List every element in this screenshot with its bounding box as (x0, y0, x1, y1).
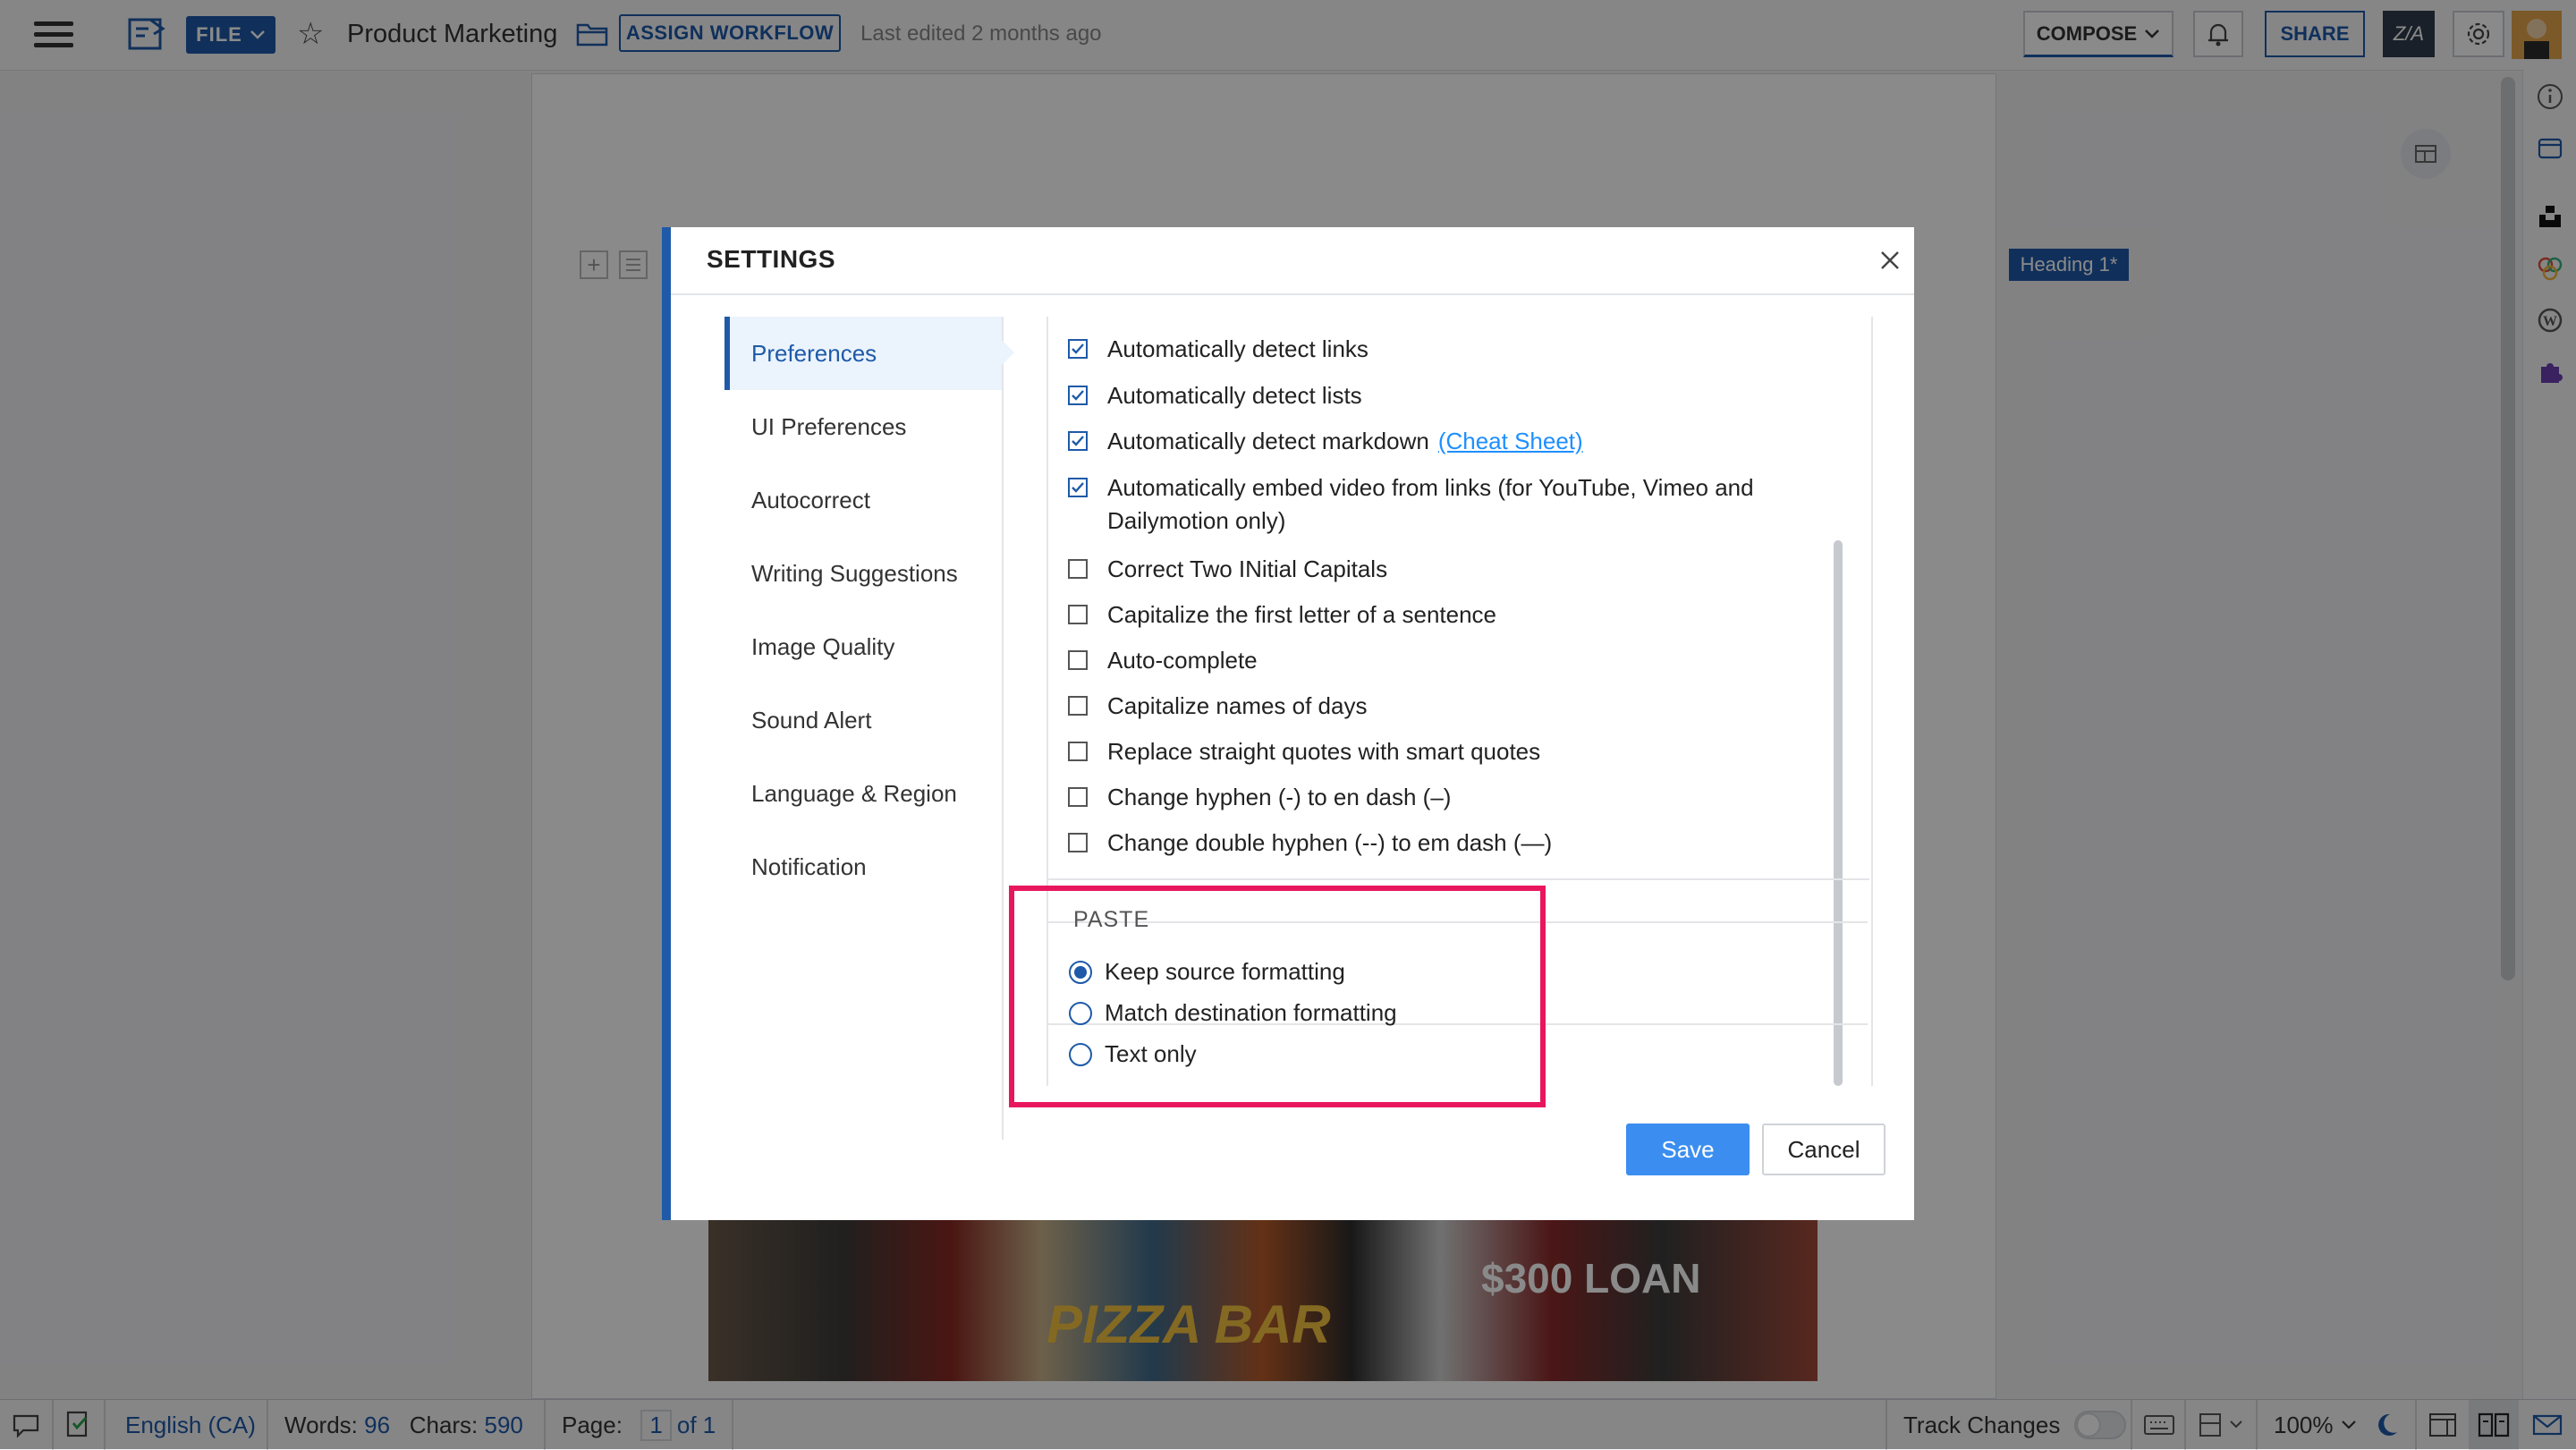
nav-label: Notification (751, 852, 867, 880)
nav-label: Image Quality (751, 632, 895, 660)
checkbox[interactable] (1068, 833, 1088, 852)
nav-label: Preferences (751, 339, 877, 367)
checkbox[interactable] (1068, 339, 1088, 359)
option-label: Change hyphen (-) to en dash (–) (1107, 784, 1452, 810)
checkmark-icon (1072, 390, 1084, 401)
checkbox[interactable] (1068, 696, 1088, 716)
nav-item-language-region[interactable]: Language & Region (724, 757, 1002, 830)
checkbox[interactable] (1068, 559, 1088, 579)
option-capitalize-first-letter[interactable]: Capitalize the first letter of a sentenc… (1068, 598, 1496, 632)
option-detect-lists[interactable]: Automatically detect lists (1068, 379, 1362, 412)
highlight-box (1009, 886, 1546, 1107)
option-smart-quotes[interactable]: Replace straight quotes with smart quote… (1068, 735, 1540, 768)
nav-label: Language & Region (751, 779, 957, 807)
checkbox[interactable] (1068, 478, 1088, 497)
nav-label: UI Preferences (751, 412, 907, 440)
dialog-divider (671, 293, 1914, 295)
option-label: Capitalize the first letter of a sentenc… (1107, 601, 1497, 628)
option-label: Automatically detect links (1107, 335, 1368, 362)
settings-nav: Preferences UI Preferences Autocorrect W… (724, 317, 1014, 1140)
checkmark-icon (1072, 343, 1084, 354)
nav-item-notification[interactable]: Notification (724, 830, 1002, 903)
section-divider (1046, 878, 1869, 880)
option-label: Auto-complete (1107, 647, 1258, 674)
option-auto-complete[interactable]: Auto-complete (1068, 644, 1258, 677)
nav-item-sound-alert[interactable]: Sound Alert (724, 683, 1002, 757)
option-embed-video[interactable]: Automatically embed video from links (fo… (1068, 471, 1784, 538)
option-label: Automatically detect lists (1107, 382, 1362, 409)
checkbox[interactable] (1068, 650, 1088, 670)
checkbox[interactable] (1068, 605, 1088, 624)
settings-dialog: SETTINGS Preferences UI Preferences Auto… (662, 227, 1914, 1220)
cheat-sheet-link[interactable]: (Cheat Sheet) (1438, 425, 1583, 458)
option-em-dash[interactable]: Change double hyphen (--) to em dash (—) (1068, 827, 1552, 860)
option-en-dash[interactable]: Change hyphen (-) to en dash (–) (1068, 781, 1451, 814)
option-capitalize-days[interactable]: Capitalize names of days (1068, 690, 1367, 723)
checkbox[interactable] (1068, 431, 1088, 451)
option-label: Capitalize names of days (1107, 692, 1368, 719)
checkbox[interactable] (1068, 787, 1088, 807)
nav-label: Sound Alert (751, 706, 872, 733)
nav-item-preferences[interactable]: Preferences (724, 317, 1014, 390)
option-correct-two-initial-capitals[interactable]: Correct Two INitial Capitals (1068, 553, 1387, 586)
option-label: Automatically detect markdown (1107, 428, 1429, 454)
close-icon[interactable] (1877, 247, 1903, 274)
checkmark-icon (1072, 436, 1084, 446)
checkmark-icon (1072, 482, 1084, 493)
option-label: Replace straight quotes with smart quote… (1107, 738, 1541, 765)
option-label: Correct Two INitial Capitals (1107, 555, 1388, 582)
option-detect-markdown[interactable]: Automatically detect markdown (Cheat She… (1068, 425, 1583, 458)
nav-item-ui-preferences[interactable]: UI Preferences (724, 390, 1002, 463)
option-label: Change double hyphen (--) to em dash (—) (1107, 829, 1553, 856)
checkbox[interactable] (1068, 386, 1088, 405)
save-button[interactable]: Save (1626, 1124, 1750, 1175)
nav-item-image-quality[interactable]: Image Quality (724, 610, 1002, 683)
nav-item-writing-suggestions[interactable]: Writing Suggestions (724, 537, 1002, 610)
cancel-button[interactable]: Cancel (1762, 1124, 1885, 1175)
nav-label: Autocorrect (751, 486, 870, 513)
nav-item-autocorrect[interactable]: Autocorrect (724, 463, 1002, 537)
option-label: Automatically embed video from links (fo… (1107, 474, 1754, 534)
checkbox[interactable] (1068, 742, 1088, 761)
option-detect-links[interactable]: Automatically detect links (1068, 333, 1368, 366)
dialog-title: SETTINGS (707, 245, 836, 273)
nav-label: Writing Suggestions (751, 559, 958, 587)
